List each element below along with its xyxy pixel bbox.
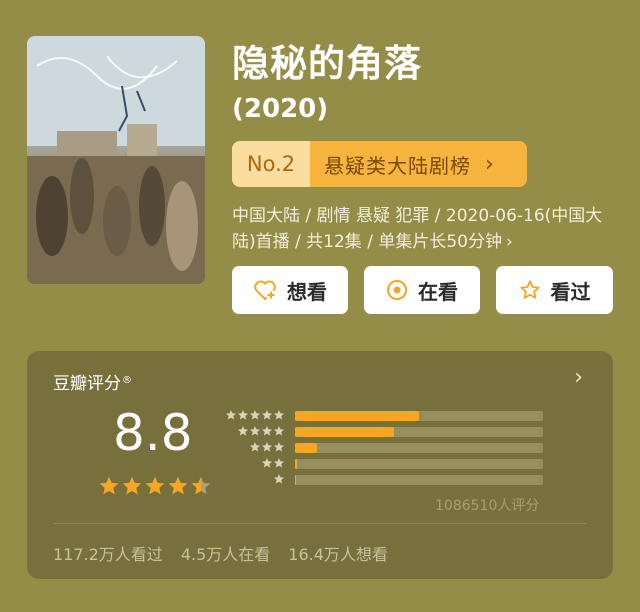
watching-count[interactable]: 4.5万人在看 <box>181 541 270 565</box>
small-star-icon <box>250 426 260 436</box>
row-stars <box>273 473 285 485</box>
movie-info[interactable]: 中国大陆 / 剧情 悬疑 犯罪 / 2020-06-16(中国大陆)首播 / 共… <box>232 203 617 255</box>
small-star-icon <box>226 410 236 420</box>
small-star-icon <box>238 426 248 436</box>
distribution-bar-track <box>295 427 543 437</box>
star-icon <box>122 476 142 495</box>
star-icon <box>145 476 165 495</box>
movie-year: (2020) <box>232 94 329 124</box>
watched-count[interactable]: 117.2万人看过 <box>53 541 163 565</box>
distribution-bar-fill <box>295 459 298 469</box>
heart-plus-icon <box>253 279 277 301</box>
distribution-bar-fill <box>295 443 318 453</box>
distribution-bar-track <box>295 459 543 469</box>
distribution-bar-fill <box>295 427 395 437</box>
star-outline-icon <box>519 279 541 301</box>
rating-score: 8.8 <box>113 404 193 462</box>
small-star-icon <box>274 474 284 484</box>
want-button[interactable]: 想看 <box>232 266 348 314</box>
distribution-bar-track <box>295 443 543 453</box>
watched-button-label: 看过 <box>550 279 591 304</box>
star-icon <box>191 476 211 495</box>
distribution-row-1-star <box>222 473 602 486</box>
distribution-row-3-star <box>222 441 602 454</box>
chevron-right-icon[interactable]: › <box>574 365 583 390</box>
small-star-icon <box>274 410 284 420</box>
distribution-bar-track <box>295 411 543 421</box>
small-star-icon <box>238 410 248 420</box>
small-star-icon <box>262 458 272 468</box>
row-stars <box>237 425 285 437</box>
watching-button-label: 在看 <box>418 279 458 304</box>
chevron-right-icon: › <box>485 151 495 177</box>
small-star-icon <box>262 442 272 452</box>
watched-button[interactable]: 看过 <box>496 266 613 314</box>
rank-badge[interactable]: No.2 悬疑类大陆剧榜 › <box>232 141 527 187</box>
vote-count[interactable]: 1086510人评分 <box>435 495 539 515</box>
chevron-right-icon: › <box>505 232 513 252</box>
audience-stats: 117.2万人看过 4.5万人在看 16.4万人想看 <box>53 541 388 565</box>
target-icon <box>386 279 408 301</box>
rating-header-label: 豆瓣评分 <box>53 374 121 394</box>
rank-label: 悬疑类大陆剧榜 <box>324 153 471 178</box>
row-stars <box>261 457 285 469</box>
want-count[interactable]: 16.4万人想看 <box>288 541 388 565</box>
distribution-bar-track <box>295 475 543 485</box>
star-icon <box>168 476 188 495</box>
distribution-bar-fill <box>295 475 297 485</box>
rating-stars <box>98 475 212 497</box>
distribution-row-2-star <box>222 457 602 470</box>
small-star-icon <box>250 410 260 420</box>
small-star-icon <box>274 442 284 452</box>
rank-number: No.2 <box>232 141 310 187</box>
row-stars <box>249 441 285 453</box>
rating-header: 豆瓣评分® <box>53 369 132 394</box>
small-star-icon <box>250 442 260 452</box>
distribution-bar-fill <box>295 411 419 421</box>
rank-label-wrap: 悬疑类大陆剧榜 › <box>310 141 527 187</box>
small-star-icon <box>274 458 284 468</box>
small-star-icon <box>262 410 272 420</box>
star-icon <box>99 476 119 495</box>
distribution-row-5-star <box>222 409 602 422</box>
movie-info-text: 中国大陆 / 剧情 悬疑 犯罪 / 2020-06-16(中国大陆)首播 / 共… <box>232 206 603 252</box>
movie-title: 隐秘的角落 <box>232 42 422 85</box>
watching-button[interactable]: 在看 <box>364 266 480 314</box>
small-star-icon <box>262 426 272 436</box>
registered-mark: ® <box>122 375 132 386</box>
divider <box>53 523 587 524</box>
row-stars <box>225 409 285 421</box>
small-star-icon <box>274 426 284 436</box>
rating-card: 豆瓣评分® › 8.8 1086510人评分 117.2万人看过 4.5万人在看… <box>27 351 613 579</box>
want-button-label: 想看 <box>287 279 327 304</box>
distribution-row-4-star <box>222 425 602 438</box>
poster-image[interactable] <box>27 36 205 284</box>
